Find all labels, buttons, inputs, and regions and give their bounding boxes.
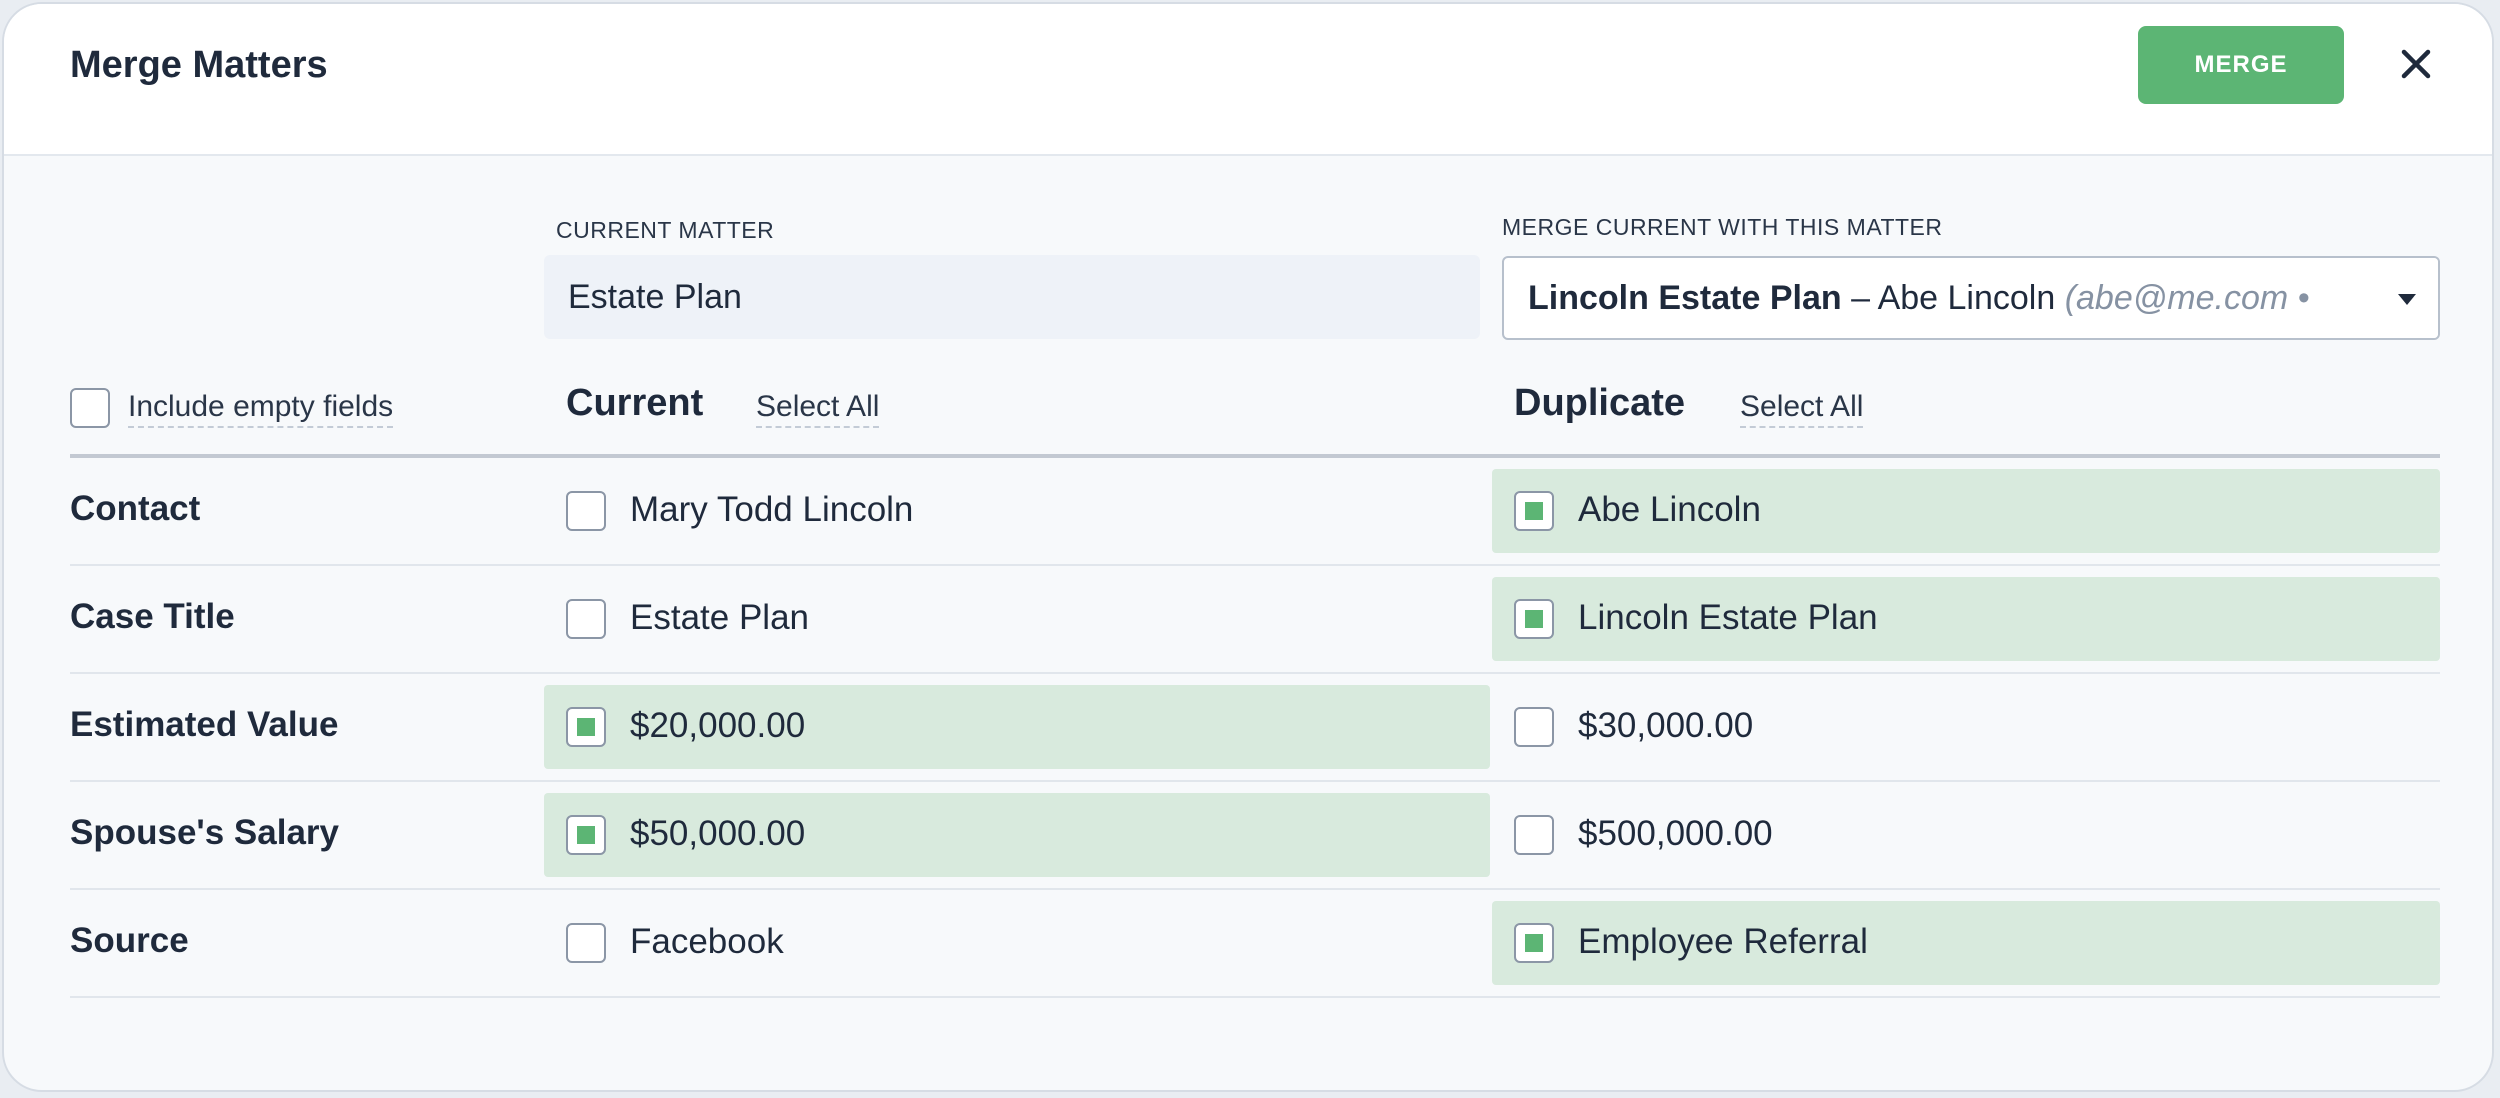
select-fade: [2318, 258, 2438, 338]
dialog-title: Merge Matters: [70, 44, 328, 86]
current-value-text: Estate Plan: [630, 598, 809, 637]
select-all-current-link[interactable]: Select All: [756, 390, 880, 428]
current-value-checkbox[interactable]: [566, 599, 606, 639]
duplicate-value-text: Abe Lincoln: [1578, 490, 1761, 529]
include-empty-checkbox[interactable]: [70, 388, 110, 428]
duplicate-value-text: $30,000.00: [1578, 706, 1754, 745]
merge-matters-dialog: Merge Matters MERGE CURRENT MATTER Estat…: [2, 2, 2494, 1092]
header-divider: [70, 454, 2440, 458]
current-matter-label: CURRENT MATTER: [556, 217, 775, 243]
duplicate-value-text: Employee Referral: [1578, 922, 1868, 961]
select-all-duplicate-link[interactable]: Select All: [1740, 390, 1864, 428]
merge-with-title: Lincoln Estate Plan: [1528, 279, 1842, 317]
chevron-down-icon[interactable]: [2398, 294, 2416, 305]
duplicate-value-checkbox[interactable]: [1514, 599, 1554, 639]
row-divider: [70, 780, 2440, 782]
merge-with-select[interactable]: Lincoln Estate Plan – Abe Lincoln (abe@m…: [1502, 256, 2440, 340]
current-value-checkbox[interactable]: [566, 491, 606, 531]
duplicate-value-checkbox[interactable]: [1514, 815, 1554, 855]
row-divider: [70, 564, 2440, 566]
duplicate-value-checkbox[interactable]: [1514, 491, 1554, 531]
merge-button[interactable]: MERGE: [2138, 26, 2344, 104]
current-value-checkbox[interactable]: [566, 923, 606, 963]
row-divider: [70, 888, 2440, 890]
merge-with-label: MERGE CURRENT WITH THIS MATTER: [1502, 214, 1943, 240]
current-matter-field: Estate Plan: [544, 255, 1480, 339]
merge-with-separator: –: [1841, 279, 1878, 317]
row-divider: [70, 672, 2440, 674]
include-empty-label[interactable]: Include empty fields: [128, 390, 394, 428]
merge-with-detail: (abe@me.com •: [2064, 279, 2310, 317]
current-value-checkbox[interactable]: [566, 707, 606, 747]
duplicate-value-checkbox[interactable]: [1514, 707, 1554, 747]
current-value-text: $50,000.00: [630, 814, 806, 853]
current-value-text: Mary Todd Lincoln: [630, 490, 914, 529]
duplicate-column-header: Duplicate: [1514, 382, 1686, 424]
current-value-text: $20,000.00: [630, 706, 806, 745]
row-label: Spouse's Salary: [70, 813, 340, 852]
row-label: Source: [70, 921, 189, 960]
close-button[interactable]: [2390, 38, 2442, 90]
row-label: Case Title: [70, 597, 235, 636]
row-label: Estimated Value: [70, 705, 339, 744]
merge-with-contact: Abe Lincoln: [1877, 279, 2056, 317]
current-value-checkbox[interactable]: [566, 815, 606, 855]
duplicate-value-text: Lincoln Estate Plan: [1578, 598, 1878, 637]
current-value-text: Facebook: [630, 922, 784, 961]
row-divider: [70, 996, 2440, 998]
close-icon: [2401, 49, 2431, 79]
row-label: Contact: [70, 489, 201, 528]
duplicate-value-checkbox[interactable]: [1514, 923, 1554, 963]
dialog-header: Merge Matters MERGE: [4, 4, 2492, 156]
current-column-header: Current: [566, 382, 704, 424]
duplicate-value-text: $500,000.00: [1578, 814, 1773, 853]
